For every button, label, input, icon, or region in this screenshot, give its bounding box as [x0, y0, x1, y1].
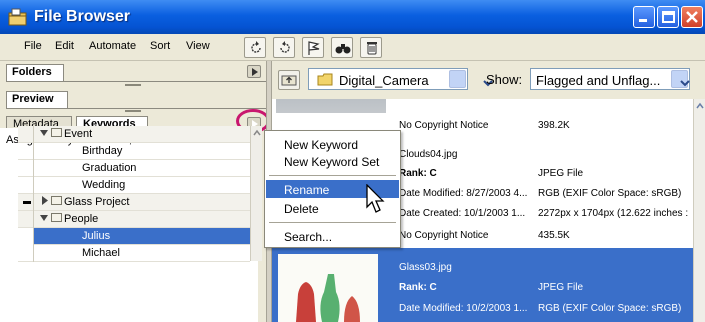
file-browser-app-icon [8, 8, 28, 26]
panel-divider [6, 81, 266, 82]
tree-row-birthday[interactable]: Birthday [18, 143, 250, 160]
rotate-cw-button[interactable] [273, 37, 295, 58]
keyword-checkbox[interactable] [18, 194, 34, 211]
file-color-space: RGB (EXIF Color Space: sRGB) [538, 303, 682, 314]
folder-location-value: Digital_Camera [339, 73, 429, 88]
menu-item-label: New Keyword [284, 138, 359, 152]
tree-label: Glass Project [64, 196, 130, 208]
title-bar: File Browser [0, 0, 705, 34]
folder-icon [51, 128, 62, 137]
glass-vases-image [296, 274, 360, 322]
menu-file[interactable]: File [24, 40, 42, 52]
delete-button[interactable] [360, 37, 382, 58]
keyword-checkbox[interactable] [18, 160, 34, 177]
tree-row-people[interactable]: People [18, 211, 250, 228]
partial-check-icon [23, 201, 31, 204]
folder-location-dropdown[interactable]: Digital_Camera [308, 68, 493, 90]
menu-item-new-keyword[interactable]: New Keyword [266, 135, 399, 153]
file-date-created: Date Created: 10/1/2003 1... [399, 208, 526, 219]
keyword-checkbox[interactable] [18, 228, 34, 245]
folder-icon [51, 213, 62, 222]
menu-item-label: New Keyword Set [284, 155, 380, 169]
file-rank: Rank: C [399, 168, 437, 179]
menu-bar: File Edit Automate Sort View [0, 34, 705, 61]
tree-label: Birthday [82, 145, 123, 157]
folder-icon [317, 73, 333, 89]
file-type: JPEG File [538, 168, 584, 179]
tree-label: Julius [82, 230, 111, 242]
tree-label: Michael [82, 247, 120, 259]
file-type: JPEG File [538, 282, 584, 293]
panel-divider [6, 108, 266, 109]
resize-grip[interactable] [125, 84, 141, 86]
menu-automate[interactable]: Automate [89, 40, 136, 52]
file-date-modified: Date Modified: 10/2/2003 1... [399, 303, 528, 314]
menu-item-new-keyword-set[interactable]: New Keyword Set [266, 152, 399, 170]
tree-row-event[interactable]: Event [18, 126, 250, 143]
keyword-tree-scrollbar[interactable] [250, 126, 262, 261]
menu-separator [269, 222, 396, 223]
keyword-checkbox[interactable] [18, 143, 34, 160]
search-button[interactable] [331, 37, 353, 58]
close-button[interactable] [681, 6, 703, 28]
up-folder-icon [279, 75, 299, 92]
folder-icon [51, 196, 62, 205]
tab-preview[interactable]: Preview [6, 91, 68, 108]
menu-item-label: Search... [284, 230, 333, 244]
menu-item-label: Rename [284, 183, 330, 197]
file-color-space: RGB (EXIF Color Space: sRGB) [538, 188, 682, 199]
image-thumbnail[interactable] [276, 99, 386, 113]
tree-label: Graduation [82, 162, 137, 174]
collapsed-triangle-icon[interactable] [41, 196, 49, 208]
resize-grip[interactable] [125, 110, 141, 112]
expanded-triangle-icon[interactable] [40, 213, 49, 225]
show-dropdown-button[interactable] [671, 70, 690, 88]
window-title: File Browser [34, 8, 131, 25]
menu-separator [269, 175, 396, 176]
maximize-button[interactable] [657, 6, 679, 28]
minimize-button[interactable] [633, 6, 655, 28]
file-size: 398.2K [538, 120, 570, 131]
file-name: Glass03.jpg [399, 262, 452, 273]
keyword-tree: Event Birthday Graduation Wedding Glass … [18, 126, 250, 262]
file-date-modified: Date Modified: 8/27/2003 4... [399, 188, 528, 199]
rotate-ccw-button[interactable] [244, 37, 266, 58]
show-label: Show: [486, 72, 523, 87]
menu-view[interactable]: View [186, 40, 210, 52]
tree-row-julius[interactable]: Julius [18, 228, 250, 245]
menu-sort[interactable]: Sort [150, 40, 170, 52]
tree-label: Wedding [82, 179, 126, 191]
up-folder-button[interactable] [278, 70, 300, 90]
flag-button[interactable] [302, 37, 324, 58]
tree-row-glass-project[interactable]: Glass Project [18, 194, 250, 211]
file-copyright: No Copyright Notice [399, 120, 489, 131]
keyword-checkbox[interactable] [18, 211, 34, 228]
show-filter-value: Flagged and Unflag... [536, 73, 661, 88]
file-dimensions: 2272px x 1704px (12.622 inches : [538, 208, 689, 219]
selected-file-row[interactable]: Glass03.jpg Rank: C JPEG File Date Modif… [272, 248, 693, 322]
file-size: 435.5K [538, 230, 570, 241]
show-filter-dropdown[interactable]: Flagged and Unflag... [530, 68, 690, 90]
mouse-cursor-icon [366, 183, 386, 217]
menu-item-label: Delete [284, 202, 319, 216]
tree-label: Event [64, 128, 93, 140]
expanded-triangle-icon[interactable] [40, 128, 49, 140]
folders-palette-menu-button[interactable] [247, 65, 261, 78]
tree-row-wedding[interactable]: Wedding [18, 177, 250, 194]
keyword-checkbox[interactable] [18, 177, 34, 194]
file-list-scrollbar[interactable] [693, 99, 705, 322]
glass-thumbnail[interactable] [278, 254, 378, 322]
file-name: Clouds04.jpg [399, 149, 458, 160]
tree-label: People [64, 213, 99, 225]
menu-item-search[interactable]: Search... [266, 227, 399, 245]
keyword-checkbox[interactable] [18, 126, 34, 143]
folder-dropdown-button[interactable] [449, 70, 493, 88]
tab-folders[interactable]: Folders [6, 64, 64, 81]
tree-row-michael[interactable]: Michael [18, 245, 250, 262]
menu-edit[interactable]: Edit [55, 40, 74, 52]
file-rank: Rank: C [399, 282, 437, 293]
tree-row-graduation[interactable]: Graduation [18, 160, 250, 177]
file-copyright: No Copyright Notice [399, 230, 489, 241]
keyword-checkbox[interactable] [18, 245, 34, 262]
